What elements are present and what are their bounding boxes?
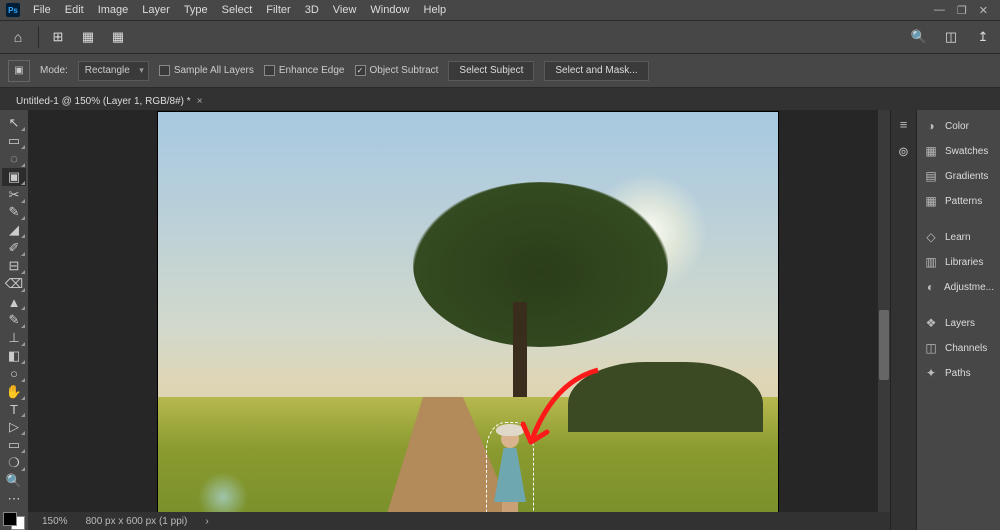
eyedropper-tool[interactable]: ◢ — [2, 221, 26, 239]
panel-swatches[interactable]: ▦Swatches — [919, 139, 998, 163]
panel-color[interactable]: ◑Color — [919, 114, 998, 138]
select-subject-button[interactable]: Select Subject — [448, 61, 534, 81]
document-tab[interactable]: Untitled-1 @ 150% (Layer 1, RGB/8#) * × — [6, 92, 213, 110]
gradient-tool[interactable]: ⊥ — [2, 329, 26, 347]
move-tool[interactable]: ↖ — [2, 114, 26, 132]
menubar: Ps File Edit Image Layer Type Select Fil… — [0, 0, 1000, 20]
paths-icon: ✦ — [923, 365, 939, 381]
menu-view[interactable]: View — [326, 0, 364, 20]
color-icon: ◑ — [923, 118, 939, 134]
document-tabs: Untitled-1 @ 150% (Layer 1, RGB/8#) * × — [0, 88, 1000, 110]
home-toolbar: ⌂ ⊞ ▦ ▦ 🔍 ◫ ↥ — [0, 20, 1000, 54]
history-brush-tool[interactable]: ▲ — [2, 293, 26, 311]
type-tool[interactable]: T — [2, 401, 26, 419]
learn-icon: ◇ — [923, 229, 939, 245]
menu-layer[interactable]: Layer — [135, 0, 177, 20]
panel-patterns[interactable]: ▦Patterns — [919, 189, 998, 213]
panel-layers[interactable]: ❖Layers — [919, 311, 998, 335]
menu-type[interactable]: Type — [177, 0, 215, 20]
app-icon: Ps — [6, 3, 20, 17]
sample-all-layers-checkbox[interactable]: Sample All Layers — [159, 65, 254, 76]
active-tool-icon[interactable]: ▣ — [8, 60, 30, 82]
rail-icon-1[interactable]: ≡ — [894, 114, 914, 134]
search-icon[interactable]: 🔍 — [908, 26, 930, 48]
select-and-mask-button[interactable]: Select and Mask... — [544, 61, 648, 81]
channels-icon: ◫ — [923, 340, 939, 356]
zoom-level[interactable]: 150% — [42, 516, 68, 527]
panel-channels[interactable]: ◫Channels — [919, 336, 998, 360]
crop-tool[interactable]: ✂ — [2, 186, 26, 204]
color-swatches[interactable] — [3, 512, 25, 530]
menu-image[interactable]: Image — [91, 0, 136, 20]
more-tools[interactable]: ⋯ — [2, 490, 26, 508]
status-chevron-icon[interactable]: › — [205, 516, 208, 527]
panel-dock: ◑Color ▦Swatches ▤Gradients ▦Patterns ◇L… — [916, 110, 1000, 530]
shape-tool[interactable]: ▭ — [2, 436, 26, 454]
document-canvas[interactable] — [158, 112, 778, 530]
mode-select[interactable]: Rectangle — [78, 61, 149, 81]
menu-3d[interactable]: 3D — [298, 0, 326, 20]
path-select-tool[interactable]: ▷ — [2, 418, 26, 436]
blur-tool[interactable]: ◧ — [2, 347, 26, 365]
dodge-tool[interactable]: ○ — [2, 365, 26, 383]
close-icon[interactable]: ✕ — [979, 4, 988, 17]
hand-tool[interactable]: ❍ — [2, 454, 26, 472]
brush-tool[interactable]: ⊟ — [2, 257, 26, 275]
status-bar: 150% 800 px x 600 px (1 ppi) › — [28, 512, 890, 530]
clone-tool[interactable]: ⌫ — [2, 275, 26, 293]
homebar-icon-1[interactable]: ⊞ — [47, 26, 69, 48]
tool-palette: ↖ ▭ ◌ ▣ ✂ ✎ ◢ ✐ ⊟ ⌫ ▲ ✎ ⊥ ◧ ○ ✋ T ▷ ▭ ❍ … — [0, 110, 28, 530]
workspace-icon[interactable]: ◫ — [940, 26, 962, 48]
lasso-tool[interactable]: ◌ — [2, 150, 26, 168]
document-dimensions: 800 px x 600 px (1 ppi) — [86, 516, 188, 527]
menu-filter[interactable]: Filter — [259, 0, 297, 20]
menu-file[interactable]: File — [26, 0, 58, 20]
pen-tool[interactable]: ✋ — [2, 383, 26, 401]
home-icon[interactable]: ⌂ — [6, 25, 30, 49]
options-bar: ▣ Mode: Rectangle Sample All Layers Enha… — [0, 54, 1000, 88]
minimize-icon[interactable]: — — [934, 4, 945, 17]
zoom-tool[interactable]: 🔍 — [2, 472, 26, 490]
healing-tool[interactable]: ✐ — [2, 239, 26, 257]
enhance-edge-checkbox[interactable]: Enhance Edge — [264, 65, 345, 76]
gradients-icon: ▤ — [923, 168, 939, 184]
canvas-area[interactable]: 150% 800 px x 600 px (1 ppi) › — [28, 110, 890, 530]
homebar-icon-3[interactable]: ▦ — [107, 26, 129, 48]
layers-icon: ❖ — [923, 315, 939, 331]
scrollbar-thumb[interactable] — [879, 310, 889, 380]
restore-icon[interactable]: ❐ — [957, 4, 967, 17]
document-tab-title: Untitled-1 @ 150% (Layer 1, RGB/8#) * — [16, 96, 191, 107]
vertical-scrollbar[interactable] — [878, 110, 890, 512]
menu-edit[interactable]: Edit — [58, 0, 91, 20]
swatches-icon: ▦ — [923, 143, 939, 159]
share-icon[interactable]: ↥ — [972, 26, 994, 48]
marquee-tool[interactable]: ▭ — [2, 132, 26, 150]
panel-adjustments[interactable]: ◐Adjustme... — [919, 275, 998, 299]
panel-learn[interactable]: ◇Learn — [919, 225, 998, 249]
homebar-icon-2[interactable]: ▦ — [77, 26, 99, 48]
adjustments-icon: ◐ — [923, 279, 938, 295]
collapsed-panels: ≡ ⊚ — [890, 110, 916, 530]
menu-window[interactable]: Window — [363, 0, 416, 20]
panel-libraries[interactable]: ▥Libraries — [919, 250, 998, 274]
patterns-icon: ▦ — [923, 193, 939, 209]
frame-tool[interactable]: ✎ — [2, 204, 26, 222]
panel-paths[interactable]: ✦Paths — [919, 361, 998, 385]
panel-gradients[interactable]: ▤Gradients — [919, 164, 998, 188]
rail-icon-2[interactable]: ⊚ — [894, 142, 914, 162]
close-tab-icon[interactable]: × — [197, 96, 203, 107]
menu-help[interactable]: Help — [417, 0, 454, 20]
eraser-tool[interactable]: ✎ — [2, 311, 26, 329]
libraries-icon: ▥ — [923, 254, 939, 270]
object-subtract-checkbox[interactable]: ✓Object Subtract — [355, 65, 439, 76]
object-selection-tool[interactable]: ▣ — [2, 168, 26, 186]
mode-label: Mode: — [40, 65, 68, 76]
menu-select[interactable]: Select — [215, 0, 260, 20]
